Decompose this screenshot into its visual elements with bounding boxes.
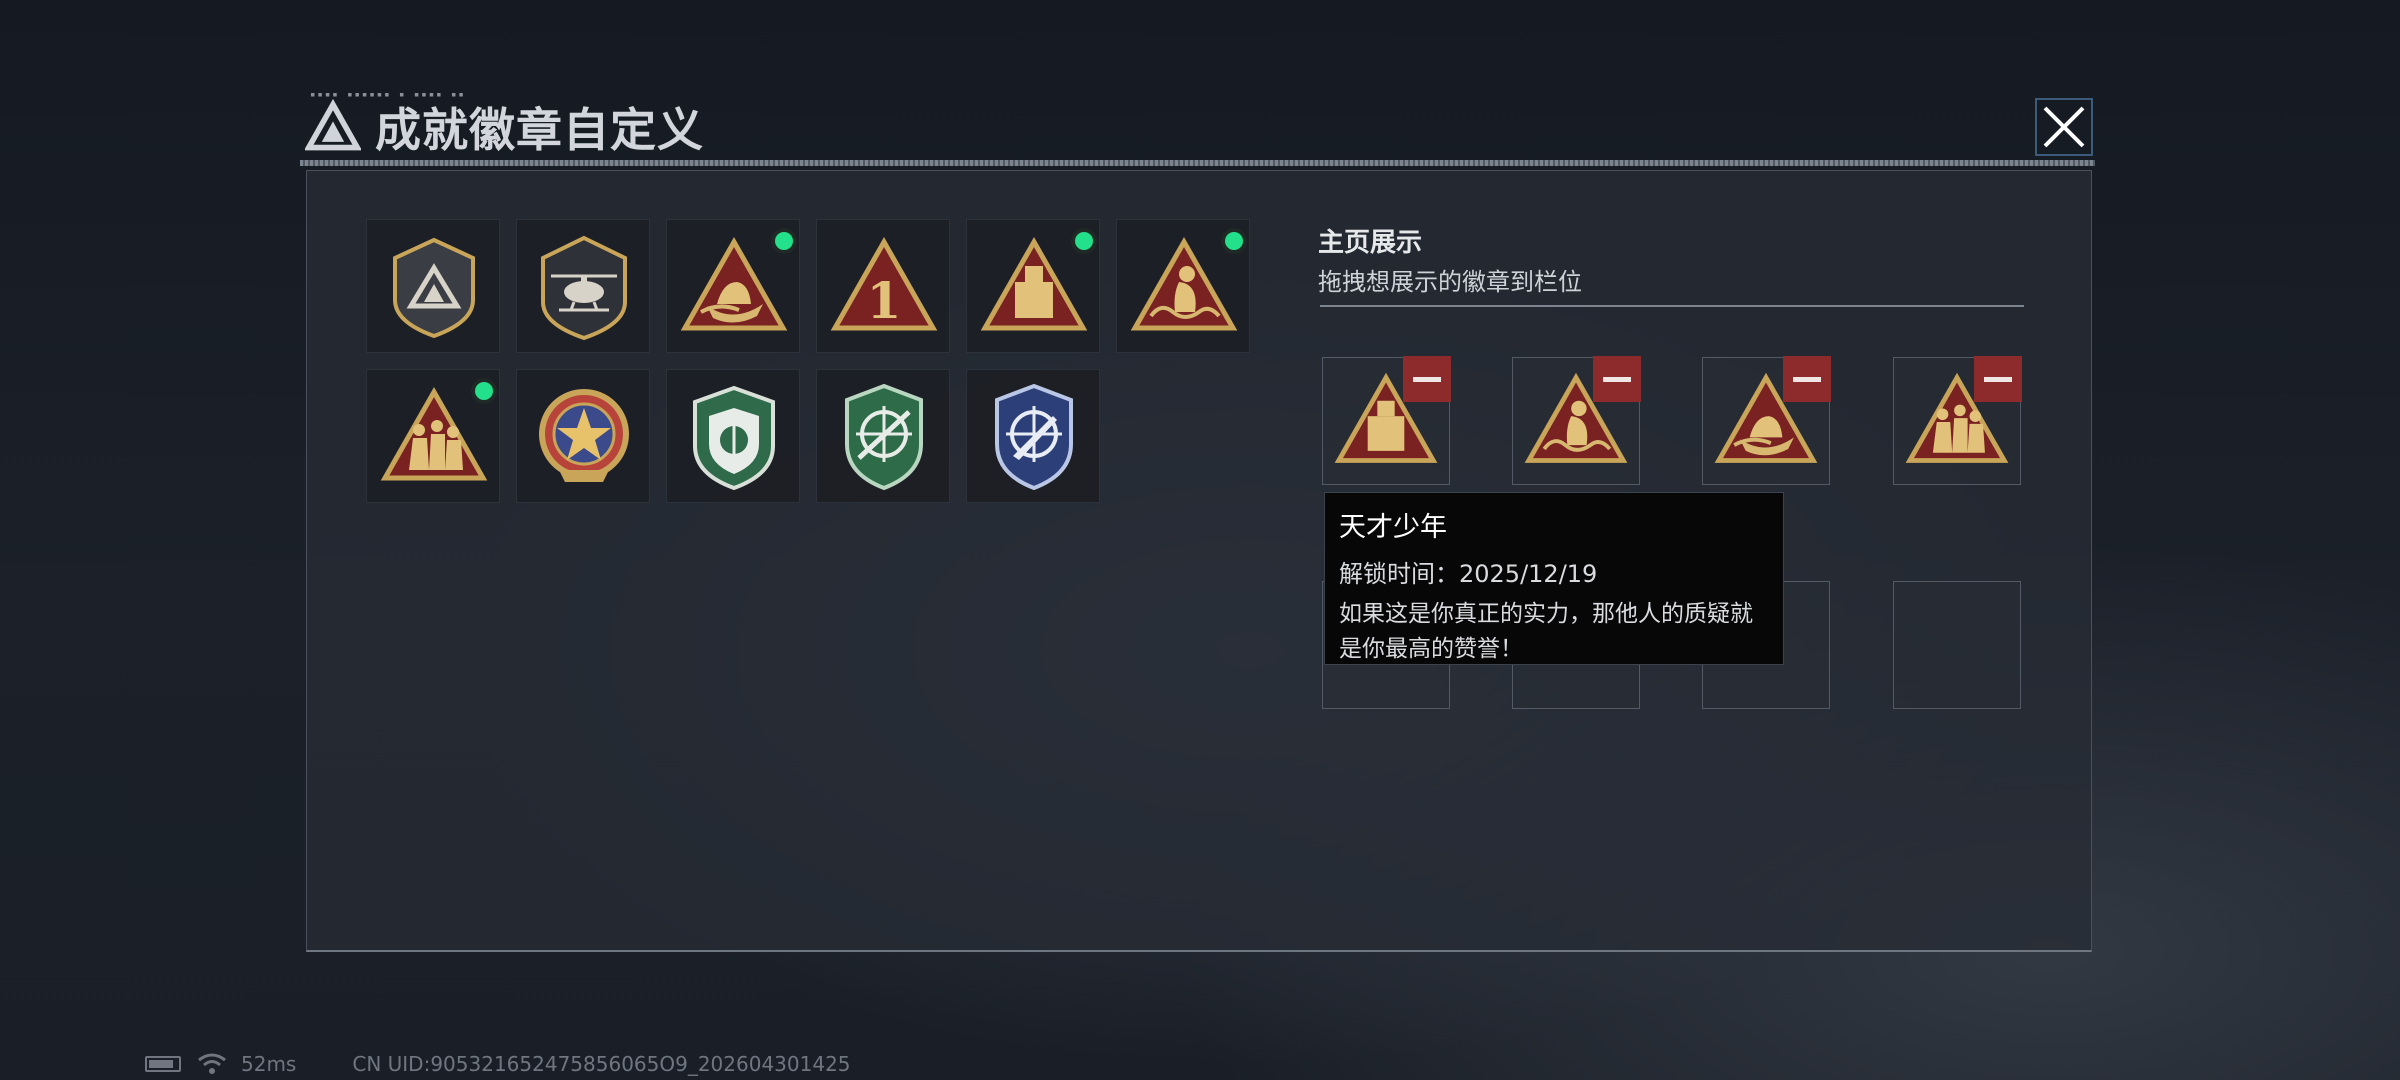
showcase-slot-2[interactable] — [1512, 356, 1641, 485]
badge-crosshair-knife[interactable] — [966, 369, 1100, 503]
tooltip-desc-line-2: 是你最高的赞誉！ — [1339, 636, 1523, 662]
new-indicator — [471, 378, 497, 404]
badge-crosshair-rifle[interactable] — [816, 369, 950, 503]
player-uid: CN UID:905321652475856065O9_202604301425 — [352, 1052, 851, 1076]
showcase-slot-1[interactable] — [1322, 356, 1451, 485]
new-indicator — [1221, 228, 1247, 254]
crosshair-rifle-icon — [845, 383, 923, 491]
showcase-slot-4[interactable] — [1893, 356, 2022, 485]
showcase-subtitle: 拖拽想展示的徽章到栏位 — [1318, 268, 1582, 296]
title-divider — [300, 160, 2095, 166]
helicopter-icon — [541, 235, 627, 341]
showcase-slot-8[interactable] — [1893, 581, 2021, 709]
close-icon — [2035, 98, 2093, 156]
number-one-icon: 1 — [830, 236, 938, 331]
star-medal-icon — [539, 389, 629, 482]
badge-star-medal[interactable] — [516, 369, 650, 503]
window-title-bar: 成就徽章自定义 — [305, 92, 704, 162]
remove-badge-button[interactable] — [1974, 356, 2022, 402]
remove-badge-button[interactable] — [1783, 356, 1831, 402]
showcase-slot-3[interactable] — [1702, 356, 1831, 485]
badge-tooltip: 天才少年 解锁时间：2025/12/19 如果这是你真正的实力，那他人的质疑就 … — [1324, 492, 1784, 665]
remove-badge-button[interactable] — [1403, 356, 1451, 402]
tooltip-desc-line-1: 如果这是你真正的实力，那他人的质疑就 — [1339, 601, 1753, 627]
window-title: 成就徽章自定义 — [375, 103, 704, 157]
ping-value: 52ms — [241, 1052, 297, 1076]
shield-delta-icon — [393, 237, 475, 339]
badge-usb-triangle[interactable] — [966, 219, 1100, 353]
crosshair-knife-icon — [995, 383, 1073, 491]
tooltip-description: 如果这是你真正的实力，那他人的质疑就 是你最高的赞誉！ — [1339, 597, 1769, 667]
new-indicator — [1071, 228, 1097, 254]
close-button[interactable] — [2035, 98, 2093, 156]
delta-logo-icon — [305, 99, 361, 151]
showcase-title: 主页展示 — [1318, 228, 1423, 258]
wifi-icon — [198, 1053, 226, 1074]
green-shield-icon — [693, 385, 775, 491]
badge-green-shield[interactable] — [666, 369, 800, 503]
badge-number-one[interactable]: 1 — [816, 219, 950, 353]
battery-icon — [145, 1056, 181, 1072]
badge-helicopter[interactable] — [516, 219, 650, 353]
badge-shield-delta[interactable] — [366, 219, 500, 353]
tooltip-unlock-date: 解锁时间：2025/12/19 — [1339, 560, 1598, 588]
svg-text:1: 1 — [867, 271, 902, 330]
badge-squad[interactable] — [366, 369, 500, 503]
badge-wave-figure[interactable] — [1116, 219, 1250, 353]
remove-badge-button[interactable] — [1593, 356, 1641, 402]
tooltip-badge-name: 天才少年 — [1339, 512, 1447, 543]
status-bar: 52ms CN UID:905321652475856065O9_2026043… — [145, 1052, 851, 1076]
badge-boat-triangle[interactable] — [666, 219, 800, 353]
showcase-divider — [1320, 305, 2024, 307]
new-indicator — [771, 228, 797, 254]
